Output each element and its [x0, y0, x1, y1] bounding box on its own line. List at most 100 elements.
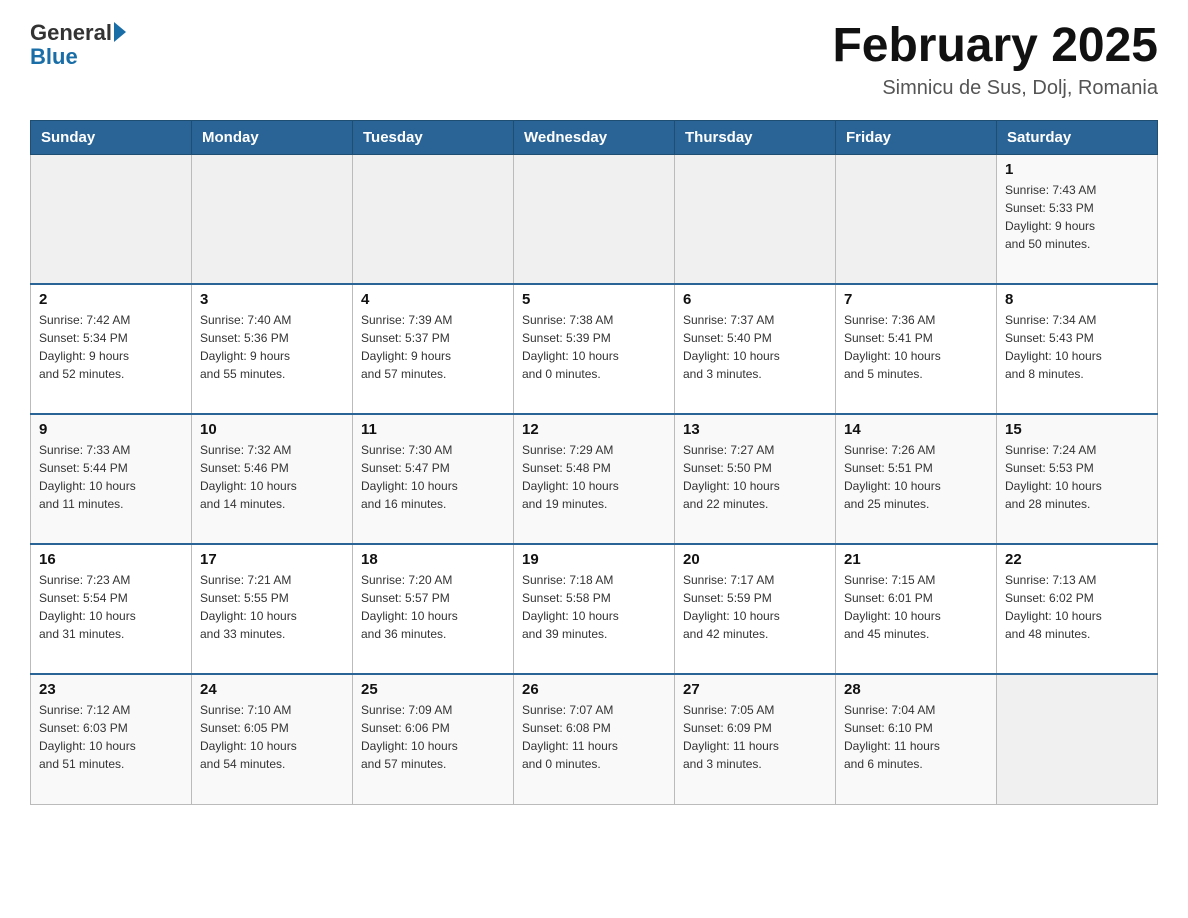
calendar-cell: 18 Sunrise: 7:20 AM Sunset: 5:57 PM Dayli…	[353, 544, 514, 674]
calendar-week-row: 23 Sunrise: 7:12 AM Sunset: 6:03 PM Dayli…	[31, 674, 1158, 804]
column-header-tuesday: Tuesday	[353, 120, 514, 154]
day-number: 13	[683, 421, 827, 438]
day-sun-info: Sunrise: 7:23 AM Sunset: 5:54 PM Dayligh…	[39, 571, 183, 643]
day-number: 7	[844, 291, 988, 308]
calendar-cell: 27 Sunrise: 7:05 AM Sunset: 6:09 PM Dayli…	[675, 674, 836, 804]
day-number: 14	[844, 421, 988, 438]
day-sun-info: Sunrise: 7:34 AM Sunset: 5:43 PM Dayligh…	[1005, 311, 1149, 383]
column-header-monday: Monday	[192, 120, 353, 154]
column-header-friday: Friday	[836, 120, 997, 154]
day-sun-info: Sunrise: 7:15 AM Sunset: 6:01 PM Dayligh…	[844, 571, 988, 643]
day-number: 11	[361, 421, 505, 438]
day-sun-info: Sunrise: 7:18 AM Sunset: 5:58 PM Dayligh…	[522, 571, 666, 643]
day-sun-info: Sunrise: 7:05 AM Sunset: 6:09 PM Dayligh…	[683, 701, 827, 773]
calendar-title-section: February 2025 Simnicu de Sus, Dolj, Roma…	[832, 20, 1158, 100]
calendar-cell	[675, 154, 836, 284]
calendar-cell: 20 Sunrise: 7:17 AM Sunset: 5:59 PM Dayli…	[675, 544, 836, 674]
calendar-cell: 7 Sunrise: 7:36 AM Sunset: 5:41 PM Daylig…	[836, 284, 997, 414]
calendar-cell	[997, 674, 1158, 804]
day-number: 27	[683, 681, 827, 698]
day-number: 12	[522, 421, 666, 438]
day-sun-info: Sunrise: 7:39 AM Sunset: 5:37 PM Dayligh…	[361, 311, 505, 383]
day-number: 19	[522, 551, 666, 568]
day-number: 10	[200, 421, 344, 438]
calendar-cell: 19 Sunrise: 7:18 AM Sunset: 5:58 PM Dayli…	[514, 544, 675, 674]
calendar-cell: 2 Sunrise: 7:42 AM Sunset: 5:34 PM Daylig…	[31, 284, 192, 414]
day-number: 21	[844, 551, 988, 568]
day-sun-info: Sunrise: 7:42 AM Sunset: 5:34 PM Dayligh…	[39, 311, 183, 383]
day-number: 2	[39, 291, 183, 308]
calendar-cell: 10 Sunrise: 7:32 AM Sunset: 5:46 PM Dayli…	[192, 414, 353, 544]
day-sun-info: Sunrise: 7:36 AM Sunset: 5:41 PM Dayligh…	[844, 311, 988, 383]
calendar-table: SundayMondayTuesdayWednesdayThursdayFrid…	[30, 120, 1158, 805]
calendar-cell: 11 Sunrise: 7:30 AM Sunset: 5:47 PM Dayli…	[353, 414, 514, 544]
calendar-cell: 24 Sunrise: 7:10 AM Sunset: 6:05 PM Dayli…	[192, 674, 353, 804]
calendar-cell	[192, 154, 353, 284]
day-sun-info: Sunrise: 7:12 AM Sunset: 6:03 PM Dayligh…	[39, 701, 183, 773]
logo-blue-text: Blue	[30, 44, 126, 70]
day-number: 3	[200, 291, 344, 308]
day-sun-info: Sunrise: 7:29 AM Sunset: 5:48 PM Dayligh…	[522, 441, 666, 513]
calendar-cell: 14 Sunrise: 7:26 AM Sunset: 5:51 PM Dayli…	[836, 414, 997, 544]
day-sun-info: Sunrise: 7:26 AM Sunset: 5:51 PM Dayligh…	[844, 441, 988, 513]
calendar-cell: 4 Sunrise: 7:39 AM Sunset: 5:37 PM Daylig…	[353, 284, 514, 414]
day-number: 22	[1005, 551, 1149, 568]
day-number: 20	[683, 551, 827, 568]
day-sun-info: Sunrise: 7:32 AM Sunset: 5:46 PM Dayligh…	[200, 441, 344, 513]
day-sun-info: Sunrise: 7:13 AM Sunset: 6:02 PM Dayligh…	[1005, 571, 1149, 643]
day-number: 16	[39, 551, 183, 568]
calendar-cell: 23 Sunrise: 7:12 AM Sunset: 6:03 PM Dayli…	[31, 674, 192, 804]
calendar-cell: 8Sunrise: 7:34 AM Sunset: 5:43 PM Daylig…	[997, 284, 1158, 414]
calendar-cell: 6 Sunrise: 7:37 AM Sunset: 5:40 PM Daylig…	[675, 284, 836, 414]
calendar-cell	[514, 154, 675, 284]
day-number: 23	[39, 681, 183, 698]
day-number: 9	[39, 421, 183, 438]
calendar-cell: 26 Sunrise: 7:07 AM Sunset: 6:08 PM Dayli…	[514, 674, 675, 804]
day-sun-info: Sunrise: 7:20 AM Sunset: 5:57 PM Dayligh…	[361, 571, 505, 643]
calendar-cell: 9 Sunrise: 7:33 AM Sunset: 5:44 PM Daylig…	[31, 414, 192, 544]
day-sun-info: Sunrise: 7:37 AM Sunset: 5:40 PM Dayligh…	[683, 311, 827, 383]
calendar-cell	[836, 154, 997, 284]
month-year-title: February 2025	[832, 20, 1158, 73]
calendar-cell: 17 Sunrise: 7:21 AM Sunset: 5:55 PM Dayli…	[192, 544, 353, 674]
column-header-sunday: Sunday	[31, 120, 192, 154]
calendar-cell: 12 Sunrise: 7:29 AM Sunset: 5:48 PM Dayli…	[514, 414, 675, 544]
day-sun-info: Sunrise: 7:30 AM Sunset: 5:47 PM Dayligh…	[361, 441, 505, 513]
calendar-week-row: 1 Sunrise: 7:43 AM Sunset: 5:33 PM Daylig…	[31, 154, 1158, 284]
day-sun-info: Sunrise: 7:33 AM Sunset: 5:44 PM Dayligh…	[39, 441, 183, 513]
logo-general-text: General	[30, 20, 112, 46]
day-sun-info: Sunrise: 7:27 AM Sunset: 5:50 PM Dayligh…	[683, 441, 827, 513]
calendar-cell	[353, 154, 514, 284]
day-sun-info: Sunrise: 7:38 AM Sunset: 5:39 PM Dayligh…	[522, 311, 666, 383]
day-number: 26	[522, 681, 666, 698]
day-number: 18	[361, 551, 505, 568]
calendar-cell: 16 Sunrise: 7:23 AM Sunset: 5:54 PM Dayli…	[31, 544, 192, 674]
column-header-wednesday: Wednesday	[514, 120, 675, 154]
day-sun-info: Sunrise: 7:24 AM Sunset: 5:53 PM Dayligh…	[1005, 441, 1149, 513]
page-header: General Blue February 2025 Simnicu de Su…	[30, 20, 1158, 100]
day-sun-info: Sunrise: 7:17 AM Sunset: 5:59 PM Dayligh…	[683, 571, 827, 643]
calendar-cell: 21 Sunrise: 7:15 AM Sunset: 6:01 PM Dayli…	[836, 544, 997, 674]
day-sun-info: Sunrise: 7:09 AM Sunset: 6:06 PM Dayligh…	[361, 701, 505, 773]
location-subtitle: Simnicu de Sus, Dolj, Romania	[832, 77, 1158, 100]
calendar-cell: 25 Sunrise: 7:09 AM Sunset: 6:06 PM Dayli…	[353, 674, 514, 804]
day-number: 24	[200, 681, 344, 698]
calendar-cell: 3Sunrise: 7:40 AM Sunset: 5:36 PM Daylig…	[192, 284, 353, 414]
day-number: 6	[683, 291, 827, 308]
day-number: 25	[361, 681, 505, 698]
day-sun-info: Sunrise: 7:43 AM Sunset: 5:33 PM Dayligh…	[1005, 181, 1149, 253]
calendar-cell: 28Sunrise: 7:04 AM Sunset: 6:10 PM Dayli…	[836, 674, 997, 804]
calendar-cell: 13 Sunrise: 7:27 AM Sunset: 5:50 PM Dayli…	[675, 414, 836, 544]
day-number: 4	[361, 291, 505, 308]
calendar-cell: 1 Sunrise: 7:43 AM Sunset: 5:33 PM Daylig…	[997, 154, 1158, 284]
day-sun-info: Sunrise: 7:21 AM Sunset: 5:55 PM Dayligh…	[200, 571, 344, 643]
column-header-thursday: Thursday	[675, 120, 836, 154]
day-sun-info: Sunrise: 7:04 AM Sunset: 6:10 PM Dayligh…	[844, 701, 988, 773]
day-number: 1	[1005, 161, 1149, 178]
day-sun-info: Sunrise: 7:07 AM Sunset: 6:08 PM Dayligh…	[522, 701, 666, 773]
day-number: 17	[200, 551, 344, 568]
calendar-week-row: 2 Sunrise: 7:42 AM Sunset: 5:34 PM Daylig…	[31, 284, 1158, 414]
column-header-saturday: Saturday	[997, 120, 1158, 154]
calendar-header-row: SundayMondayTuesdayWednesdayThursdayFrid…	[31, 120, 1158, 154]
day-sun-info: Sunrise: 7:10 AM Sunset: 6:05 PM Dayligh…	[200, 701, 344, 773]
